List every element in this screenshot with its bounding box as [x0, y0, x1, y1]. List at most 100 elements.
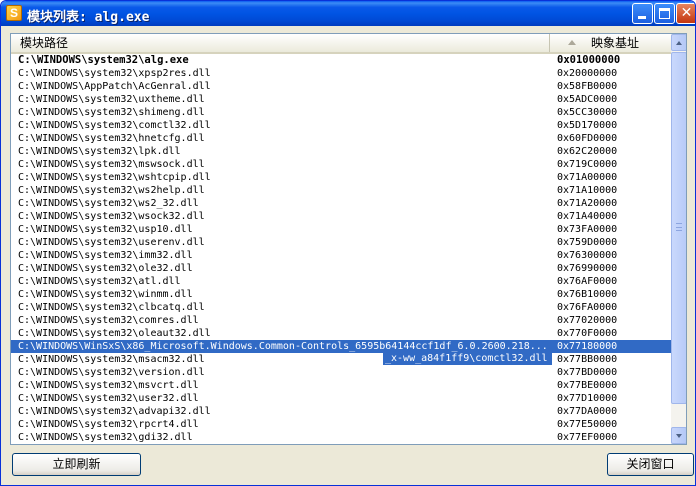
image-base-cell: 0x76B10000 [557, 289, 618, 300]
table-row[interactable]: C:\WINDOWS\AppPatch\AcGenral.dll 0x58FB00… [11, 80, 671, 93]
module-path-cell: C:\WINDOWS\system32\rpcrt4.dll [18, 419, 199, 430]
module-path-cell: C:\WINDOWS\system32\winmm.dll [18, 289, 193, 300]
scroll-thumb[interactable] [671, 52, 686, 404]
image-base-cell: 0x77E50000 [557, 419, 618, 430]
table-row[interactable]: C:\WINDOWS\system32\wsock32.dll 0x71A4000… [11, 210, 671, 223]
module-path-cell: C:\WINDOWS\system32\oleaut32.dll [18, 328, 211, 339]
table-row[interactable]: C:\WINDOWS\system32\user32.dll 0x77D10000 [11, 392, 671, 405]
image-base-cell: 0x58FB0000 [557, 81, 618, 92]
table-row[interactable]: C:\WINDOWS\system32\comres.dll 0x77020000 [11, 314, 671, 327]
table-row[interactable]: C:\WINDOWS\system32\oleaut32.dll 0x770F00… [11, 327, 671, 340]
close-icon: ✕ [680, 5, 693, 21]
table-row[interactable]: C:\WINDOWS\system32\wshtcpip.dll 0x71A000… [11, 171, 671, 184]
table-row[interactable]: C:\WINDOWS\system32\xpsp2res.dll 0x200000… [11, 67, 671, 80]
minimize-icon [638, 16, 646, 19]
table-row[interactable]: C:\WINDOWS\system32\uxtheme.dll 0x5ADC000… [11, 93, 671, 106]
vertical-scrollbar[interactable] [671, 34, 686, 444]
scroll-up-button[interactable] [671, 34, 686, 51]
module-path-cell: C:\WINDOWS\system32\wsock32.dll [18, 211, 205, 222]
image-base-cell: 0x5CC30000 [557, 107, 618, 118]
window-title: 模块列表: alg.exe [27, 10, 150, 25]
image-base-cell: 0x62C20000 [557, 146, 618, 157]
module-path-cell: C:\WINDOWS\system32\mswsock.dll [18, 159, 205, 170]
image-base-cell: 0x77180000 [557, 341, 618, 352]
module-path-cell: C:\WINDOWS\system32\uxtheme.dll [18, 94, 205, 105]
module-path-cell: C:\WINDOWS\system32\version.dll [18, 367, 205, 378]
list-header: 模块路径 映象基址 [11, 34, 671, 54]
table-row[interactable]: C:\WINDOWS\system32\alg.exe 0x01000000 [11, 54, 671, 67]
image-base-cell: 0x77DA0000 [557, 406, 618, 417]
image-base-cell: 0x759D0000 [557, 237, 618, 248]
module-path-cell: C:\WINDOWS\system32\ws2help.dll [18, 185, 205, 196]
table-row[interactable]: C:\WINDOWS\system32\imm32.dll 0x76300000 [11, 249, 671, 262]
table-row[interactable]: C:\WINDOWS\system32\msvcrt.dll 0x77BE0000 [11, 379, 671, 392]
module-path-cell: C:\WINDOWS\AppPatch\AcGenral.dll [18, 81, 211, 92]
column-header-base-address[interactable]: 映象基址 [551, 34, 671, 52]
table-row[interactable]: C:\WINDOWS\WinSxS\x86_Microsoft.Windows.… [11, 340, 671, 353]
module-path-cell: C:\WINDOWS\system32\ole32.dll [18, 263, 193, 274]
image-base-cell: 0x71A20000 [557, 198, 618, 209]
minimize-button[interactable] [632, 3, 653, 24]
table-row[interactable]: C:\WINDOWS\system32\usp10.dll 0x73FA0000 [11, 223, 671, 236]
maximize-icon [659, 8, 670, 19]
table-row[interactable]: C:\WINDOWS\system32\winmm.dll 0x76B10000 [11, 288, 671, 301]
image-base-cell: 0x71A10000 [557, 185, 618, 196]
module-path-cell: C:\WINDOWS\system32\advapi32.dll [18, 406, 211, 417]
image-base-cell: 0x770F0000 [557, 328, 618, 339]
table-row[interactable]: C:\WINDOWS\system32\gdi32.dll 0x77EF0000 [11, 431, 671, 444]
arrow-up-icon [676, 41, 682, 45]
module-path-cell: C:\WINDOWS\system32\lpk.dll [18, 146, 181, 157]
table-row[interactable]: C:\WINDOWS\system32\rpcrt4.dll 0x77E50000 [11, 418, 671, 431]
table-row[interactable]: C:\WINDOWS\system32\advapi32.dll 0x77DA00… [11, 405, 671, 418]
table-row[interactable]: C:\WINDOWS\system32\lpk.dll 0x62C20000 [11, 145, 671, 158]
module-path-cell: C:\WINDOWS\system32\comctl32.dll [18, 120, 211, 131]
image-base-cell: 0x77BE0000 [557, 380, 618, 391]
module-list[interactable]: 模块路径 映象基址 C:\WINDOWS\system32\alg.exe 0x0… [10, 33, 687, 445]
image-base-cell: 0x01000000 [557, 54, 621, 66]
column-header-path[interactable]: 模块路径 [11, 34, 550, 52]
image-base-cell: 0x76AF0000 [557, 276, 618, 287]
table-row[interactable]: C:\WINDOWS\system32\clbcatq.dll 0x76FA000… [11, 301, 671, 314]
table-row[interactable]: C:\WINDOWS\system32\ole32.dll 0x76990000 [11, 262, 671, 275]
image-base-cell: 0x76FA0000 [557, 302, 618, 313]
table-row[interactable]: C:\WINDOWS\system32\userenv.dll 0x759D000… [11, 236, 671, 249]
table-row[interactable]: C:\WINDOWS\system32\comctl32.dll 0x5D1700… [11, 119, 671, 132]
image-base-cell: 0x71A00000 [557, 172, 618, 183]
close-window-button[interactable]: ✕ [676, 3, 695, 24]
image-base-cell: 0x77BB0000 [557, 354, 618, 365]
app-icon: S [6, 5, 22, 21]
table-row[interactable]: C:\WINDOWS\system32\ws2_32.dll 0x71A20000 [11, 197, 671, 210]
table-row[interactable]: C:\WINDOWS\system32\version.dll 0x77BD000… [11, 366, 671, 379]
module-path-cell: C:\WINDOWS\system32\imm32.dll [18, 250, 193, 261]
table-row[interactable]: C:\WINDOWS\system32\ws2help.dll 0x71A1000… [11, 184, 671, 197]
module-path-cell: C:\WINDOWS\system32\user32.dll [18, 393, 199, 404]
image-base-cell: 0x77D10000 [557, 393, 618, 404]
module-path-cell: C:\WINDOWS\system32\usp10.dll [18, 224, 193, 235]
module-path-cell: C:\WINDOWS\system32\shimeng.dll [18, 107, 205, 118]
image-base-cell: 0x77020000 [557, 315, 618, 326]
table-row[interactable]: C:\WINDOWS\system32\hnetcfg.dll 0x60FD000… [11, 132, 671, 145]
module-path-cell: C:\WINDOWS\system32\atl.dll [18, 276, 181, 287]
scroll-down-button[interactable] [671, 427, 686, 444]
table-row[interactable]: C:\WINDOWS\system32\atl.dll 0x76AF0000 [11, 275, 671, 288]
refresh-button[interactable]: 立即刷新 [12, 453, 141, 476]
image-base-cell: 0x60FD0000 [557, 133, 618, 144]
module-path-cell: C:\WINDOWS\system32\ws2_32.dll [18, 198, 199, 209]
image-base-cell: 0x77BD0000 [557, 367, 618, 378]
table-row[interactable]: C:\WINDOWS\system32\mswsock.dll 0x719C000… [11, 158, 671, 171]
module-path-cell: C:\WINDOWS\system32\clbcatq.dll [18, 302, 205, 313]
table-row[interactable]: C:\WINDOWS\system32\msacm32.dll 0x77BB000… [11, 353, 671, 366]
title-bar[interactable]: S 模块列表: alg.exe ✕ [1, 1, 695, 26]
close-button[interactable]: 关闭窗口 [607, 453, 694, 476]
module-list-window: S 模块列表: alg.exe ✕ 模块路径 映象基址 C:\WINDOWS\s… [0, 0, 696, 486]
module-path-cell: C:\WINDOWS\system32\hnetcfg.dll [18, 133, 205, 144]
image-base-cell: 0x76300000 [557, 250, 618, 261]
maximize-button[interactable] [654, 3, 675, 24]
path-tooltip: _x-ww_a84f1ff9\comctl32.dll [383, 352, 552, 365]
table-row[interactable]: C:\WINDOWS\system32\shimeng.dll 0x5CC3000… [11, 106, 671, 119]
arrow-down-icon [676, 434, 682, 438]
image-base-cell: 0x77EF0000 [557, 432, 618, 443]
list-rows: C:\WINDOWS\system32\alg.exe 0x01000000 C:\… [11, 54, 671, 444]
module-path-cell: C:\WINDOWS\system32\xpsp2res.dll [18, 68, 211, 79]
image-base-cell: 0x73FA0000 [557, 224, 618, 235]
